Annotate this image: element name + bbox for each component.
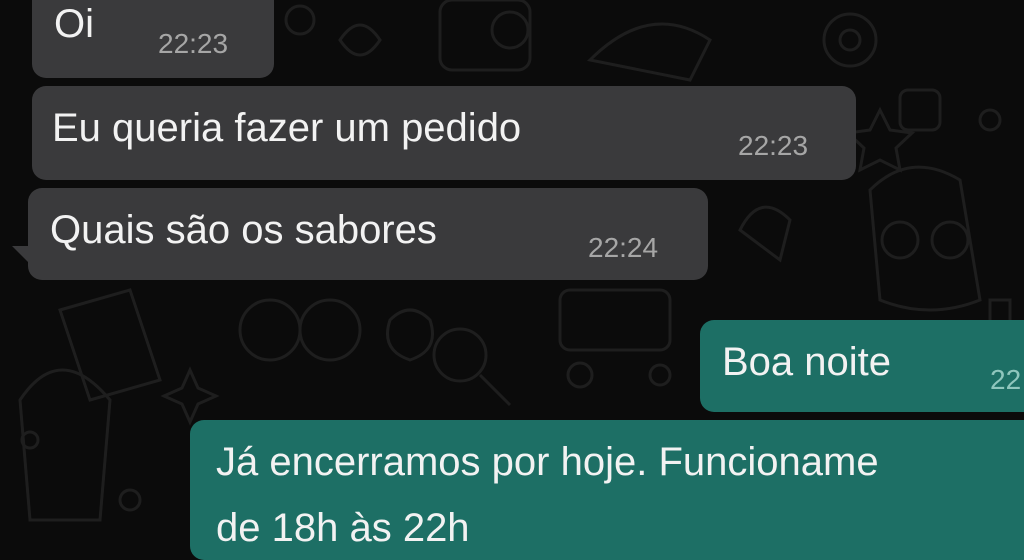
- bubble-tail: [12, 246, 30, 264]
- message-bubble-incoming[interactable]: Oi 22:23: [32, 0, 274, 78]
- message-time: 22:23: [158, 28, 229, 59]
- message-bubble-incoming[interactable]: Eu queria fazer um pedido 22:23: [32, 86, 856, 180]
- message-time: 22:23: [738, 130, 809, 161]
- message-text: Boa noite: [722, 340, 892, 384]
- message-text: Quais são os sabores: [50, 208, 437, 252]
- message-text-line-2: de 18h às 22h: [216, 506, 470, 550]
- message-bubble-outgoing[interactable]: Boa noite 22: [700, 320, 1024, 412]
- message-time: 22:24: [588, 232, 659, 263]
- message-bubble-incoming[interactable]: Quais são os sabores 22:24: [28, 188, 708, 280]
- message-text: Eu queria fazer um pedido: [52, 106, 522, 150]
- message-time: 22: [990, 364, 1022, 395]
- message-bubble-outgoing[interactable]: Já encerramos por hoje. Funcioname de 18…: [190, 420, 1024, 560]
- message-text: Já encerramos por hoje. Funcioname: [216, 440, 879, 484]
- message-text: Oi: [54, 2, 94, 46]
